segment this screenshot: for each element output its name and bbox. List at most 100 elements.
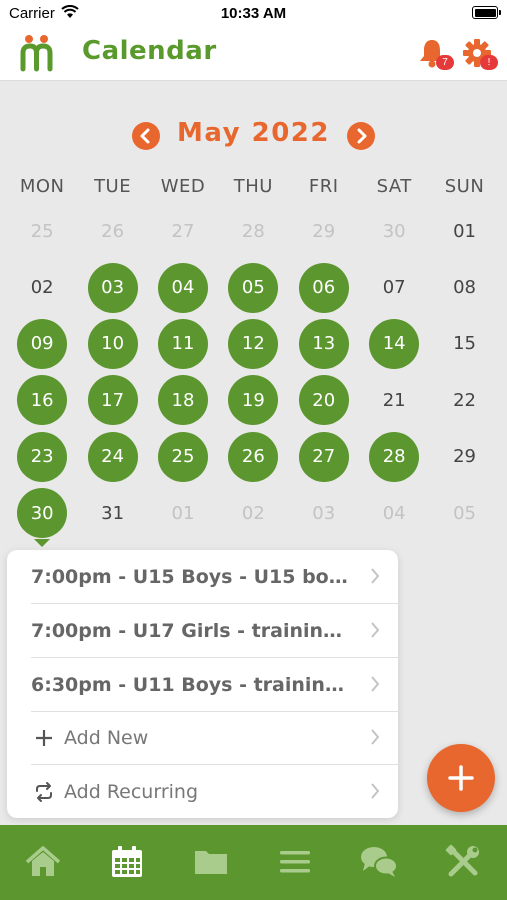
day-number: 02 [241,502,265,524]
calendar-day[interactable]: 03 [77,259,147,315]
calendar-day[interactable]: 10 [77,316,147,372]
calendar-day[interactable]: 24 [77,429,147,485]
chevron-right-icon [371,729,380,745]
calendar-day[interactable]: 18 [148,372,218,428]
add-recurring-event-button[interactable]: Add Recurring [31,765,398,818]
calendar-day[interactable]: 20 [289,372,359,428]
event-item[interactable]: 7:00pm - U15 Boys - U15 boys training [31,550,398,604]
calendar-day[interactable]: 28 [359,429,429,485]
chat-icon [361,847,398,877]
calendar-day[interactable]: 01 [429,203,499,259]
calendar-day[interactable]: 30 [359,203,429,259]
calendar-day[interactable]: 19 [218,372,288,428]
calendar-day[interactable]: 21 [359,372,429,428]
day-number: 30 [382,220,406,242]
day-number: 10 [87,318,138,369]
calendar-day[interactable]: 26 [77,203,147,259]
calendar-day[interactable]: 16 [7,372,77,428]
calendar-day[interactable]: 06 [289,259,359,315]
calendar-day[interactable]: 08 [429,259,499,315]
calendar-day[interactable]: 15 [429,316,499,372]
calendar-day[interactable]: 09 [7,316,77,372]
tab-calendar[interactable] [106,841,148,883]
weekday-label: MON [19,176,65,197]
calendar-day[interactable]: 14 [359,316,429,372]
calendar-day[interactable]: 22 [429,372,499,428]
calendar-day[interactable]: 04 [148,259,218,315]
day-number: 16 [17,375,68,426]
calendar-day[interactable]: 27 [289,429,359,485]
calendar-day[interactable]: 25 [7,203,77,259]
notifications-button[interactable]: 7 [418,38,454,70]
tab-tools[interactable] [442,841,484,883]
calendar-day[interactable]: 29 [289,203,359,259]
day-number: 09 [17,318,68,369]
tab-chat[interactable] [358,841,400,883]
calendar-day[interactable]: 26 [218,429,288,485]
day-number: 15 [453,333,476,355]
weekday-label: TUE [94,176,132,197]
calendar-day[interactable]: 07 [359,259,429,315]
day-number: 21 [382,389,406,411]
add-recurring-label: Add Recurring [64,780,199,803]
bottom-tab-bar [0,825,507,900]
calendar-day[interactable]: 02 [7,259,77,315]
chevron-right-icon [371,676,380,692]
tab-files[interactable] [190,841,232,883]
event-title: 6:30pm - U11 Boys - training session [31,673,349,696]
day-number: 03 [312,502,336,524]
day-number: 24 [87,431,138,482]
calendar-day[interactable]: 23 [7,429,77,485]
day-number: 11 [157,318,208,369]
day-number: 27 [171,220,195,242]
calendar-day[interactable]: 05 [429,485,499,541]
add-new-label: Add New [64,726,149,749]
day-number: 03 [87,262,138,313]
day-number: 25 [30,220,54,242]
chevron-right-icon [357,128,367,144]
menu-icon [280,851,310,873]
calendar-day[interactable]: 11 [148,316,218,372]
folder-icon [195,851,227,874]
calendar-day[interactable]: 04 [359,485,429,541]
calendar-day[interactable]: 25 [148,429,218,485]
day-number: 30 [17,488,68,539]
weekday-label: WED [160,176,206,197]
repeat-icon [36,781,52,802]
home-icon [25,846,61,876]
calendar-day[interactable]: 02 [218,485,288,541]
calendar-day[interactable]: 29 [429,429,499,485]
calendar-day[interactable]: 28 [218,203,288,259]
day-number: 28 [241,220,265,242]
day-number: 06 [298,262,349,313]
add-new-event-button[interactable]: Add New [31,711,398,765]
weekday-label: SAT [376,176,412,197]
day-number: 01 [453,220,476,242]
calendar-day[interactable]: 03 [289,485,359,541]
tools-icon [445,844,479,877]
calendar-day[interactable]: 17 [77,372,147,428]
settings-button[interactable]: ! [462,38,498,70]
chevron-right-icon [371,622,380,638]
day-number: 18 [157,375,208,426]
calendar-day[interactable]: 27 [148,203,218,259]
next-month-button[interactable] [347,122,375,150]
clock: 10:33 AM [220,5,287,22]
event-item[interactable]: 7:00pm - U17 Girls - training session [31,604,398,658]
notification-badge: 7 [436,55,454,70]
add-event-fab[interactable] [427,744,495,812]
calendar-day[interactable]: 13 [289,316,359,372]
event-item[interactable]: 6:30pm - U11 Boys - training session [31,658,398,712]
tab-home[interactable] [22,841,64,883]
calendar-day[interactable]: 12 [218,316,288,372]
tab-menu[interactable] [274,841,316,883]
calendar-day-selected[interactable]: 30 [7,485,77,548]
calendar-day[interactable]: 31 [77,485,147,541]
day-number: 04 [157,262,208,313]
calendar-day[interactable]: 01 [148,485,218,541]
month-navigation: May 2022 [0,112,507,158]
day-number: 26 [101,220,125,242]
calendar-day[interactable]: 05 [218,259,288,315]
day-number: 02 [30,277,54,299]
day-number: 20 [298,375,349,426]
